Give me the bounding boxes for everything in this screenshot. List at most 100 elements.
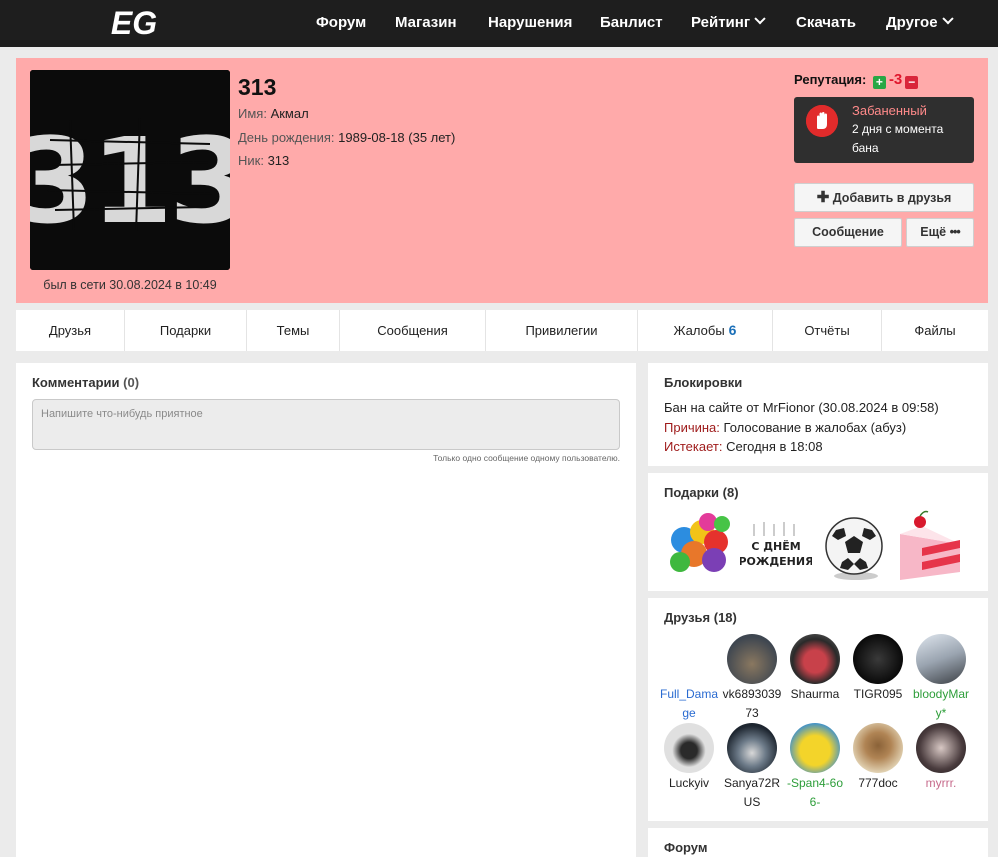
profile-tabs: Друзья Подарки Темы Сообщения Привилегии… [16, 310, 988, 351]
soccer-ball-gift[interactable] [818, 510, 890, 582]
plus-icon: ✚ [816, 189, 830, 206]
nick-label: Ник: [238, 153, 264, 168]
friend-item[interactable]: bloodyMary* [911, 634, 971, 723]
friend-item[interactable]: TIGR095 [848, 634, 908, 704]
first-name-row: Имя: Акмал [238, 106, 309, 121]
tab-topics[interactable]: Темы [247, 310, 340, 351]
tab-privileges[interactable]: Привилегии [486, 310, 638, 351]
ban-duration: 2 дня с момента бана [852, 122, 944, 155]
nav-shop[interactable]: Магазин [395, 0, 457, 47]
friend-avatar [664, 634, 714, 684]
friends-title: Друзья (18) [664, 610, 737, 625]
ban-title: Забаненный [852, 103, 927, 118]
message-button[interactable]: Сообщение [794, 218, 902, 247]
friend-avatar [790, 723, 840, 773]
complaints-count: 6 [728, 322, 737, 338]
friends-card: Друзья (18) Full_Damage vk689303973 Shau… [648, 598, 988, 821]
more-button[interactable]: Ещё ••• [906, 218, 974, 247]
ban-expires-row: Истекает: Сегодня в 18:08 [664, 439, 823, 454]
birthday-card-gift[interactable]: С ДНЁМ РОЖДЕНИЯ [738, 510, 814, 582]
friend-avatar [790, 634, 840, 684]
friend-name: -Span4-6o6- [786, 776, 844, 809]
blocks-card: Блокировки Бан на сайте от MrFionor (30.… [648, 363, 988, 466]
nav-forum[interactable]: Форум [316, 0, 366, 47]
reputation-value: -3 [888, 71, 903, 88]
tab-friends[interactable]: Друзья [16, 310, 125, 351]
top-navbar: EG Форум Магазин Нарушения Банлист Рейти… [0, 0, 998, 47]
comments-title: Комментарии (0) [32, 375, 140, 390]
profile-name: 313 [238, 74, 277, 100]
ban-expires-value: Сегодня в 18:08 [726, 439, 823, 454]
profile-avatar: 313 [30, 70, 230, 270]
ban-expires-label: Истекает: [664, 439, 723, 454]
nav-banlist[interactable]: Банлист [600, 0, 663, 47]
ban-info-line: Бан на сайте от MrFionor (30.08.2024 в 0… [664, 400, 939, 415]
balloons-gift[interactable] [664, 510, 736, 582]
gifts-card: Подарки (8) С ДНЁМ РОЖДЕНИЯ [648, 473, 988, 591]
reputation-plus-icon[interactable]: + [872, 76, 886, 89]
birthday-value: 1989-08-18 (35 лет) [338, 130, 456, 145]
friend-item[interactable]: 777doc [848, 723, 908, 793]
friend-item[interactable]: -Span4-6o6- [785, 723, 845, 812]
friend-name: Luckyiv [668, 776, 709, 790]
friend-avatar [916, 634, 966, 684]
nick-row: Ник: 313 [238, 153, 289, 168]
svg-text:С ДНЁМ: С ДНЁМ [751, 539, 800, 553]
forum-card: Форум [648, 828, 988, 857]
ban-reason-value: Голосование в жалобах (абуз) [723, 420, 907, 435]
more-dots-icon: ••• [949, 225, 961, 239]
cake-gift[interactable] [892, 510, 964, 582]
reputation-label: Репутация: [794, 72, 867, 87]
friend-avatar [664, 723, 714, 773]
ban-reason-row: Причина: Голосование в жалобах (абуз) [664, 420, 906, 435]
last-seen-text: был в сети 30.08.2024 в 10:49 [43, 278, 217, 292]
tab-complaints[interactable]: Жалобы 6 [638, 310, 773, 351]
friend-name: Sanya72RUS [723, 776, 781, 809]
friend-item[interactable]: Sanya72RUS [722, 723, 782, 812]
tab-messages[interactable]: Сообщения [340, 310, 486, 351]
nav-rating[interactable]: Рейтинг [691, 0, 766, 47]
tab-gifts[interactable]: Подарки [125, 310, 247, 351]
birthday-row: День рождения: 1989-08-18 (35 лет) [238, 130, 455, 145]
comment-hint: Только одно сообщение одному пользовател… [433, 453, 620, 463]
blocks-title: Блокировки [664, 375, 743, 390]
friend-item[interactable]: Shaurma [785, 634, 845, 704]
chevron-down-icon [941, 13, 954, 25]
gifts-title: Подарки (8) [664, 485, 739, 500]
ban-status-box: Забаненный 2 дня с момента бана [794, 97, 974, 163]
tab-files[interactable]: Файлы [882, 310, 988, 351]
friend-avatar [916, 723, 966, 773]
reputation: Репутация: + -3− [794, 71, 921, 89]
friend-item[interactable]: Luckyiv [659, 723, 719, 793]
ban-reason-label: Причина: [664, 420, 720, 435]
nick-value: 313 [267, 153, 290, 168]
friend-item[interactable]: Full_Damage [659, 634, 719, 723]
chevron-down-icon [754, 13, 766, 25]
nav-download[interactable]: Скачать [796, 0, 856, 47]
first-name-label: Имя: [238, 106, 267, 121]
nav-violations[interactable]: Нарушения [488, 0, 572, 47]
friend-name: myrrr. [925, 776, 957, 790]
add-friend-button[interactable]: ✚ Добавить в друзья [794, 183, 974, 212]
nav-other[interactable]: Другое [886, 0, 954, 47]
friend-name: Shaurma [790, 687, 840, 701]
tab-reports[interactable]: Отчёты [773, 310, 882, 351]
friend-name: TIGR095 [853, 687, 903, 701]
friend-item[interactable]: vk689303973 [722, 634, 782, 723]
comments-panel: Комментарии (0) Только одно сообщение од… [16, 363, 636, 857]
svg-text:РОЖДЕНИЯ: РОЖДЕНИЯ [740, 555, 812, 568]
friend-name: Full_Damage [659, 687, 719, 720]
friend-item[interactable]: myrrr. [911, 723, 971, 793]
svg-text:EG: EG [111, 8, 157, 38]
stop-hand-icon [806, 105, 838, 137]
site-logo[interactable]: EG [104, 5, 164, 41]
svg-text:313: 313 [30, 112, 230, 250]
first-name-value: Акмал [270, 106, 309, 121]
forum-title: Форум [664, 840, 708, 855]
friend-name: 777doc [858, 776, 898, 790]
comment-input[interactable] [32, 399, 620, 450]
friend-name: bloodyMary* [912, 687, 970, 720]
reputation-minus-icon[interactable]: − [905, 76, 919, 89]
friend-avatar [727, 634, 777, 684]
friend-avatar [853, 634, 903, 684]
